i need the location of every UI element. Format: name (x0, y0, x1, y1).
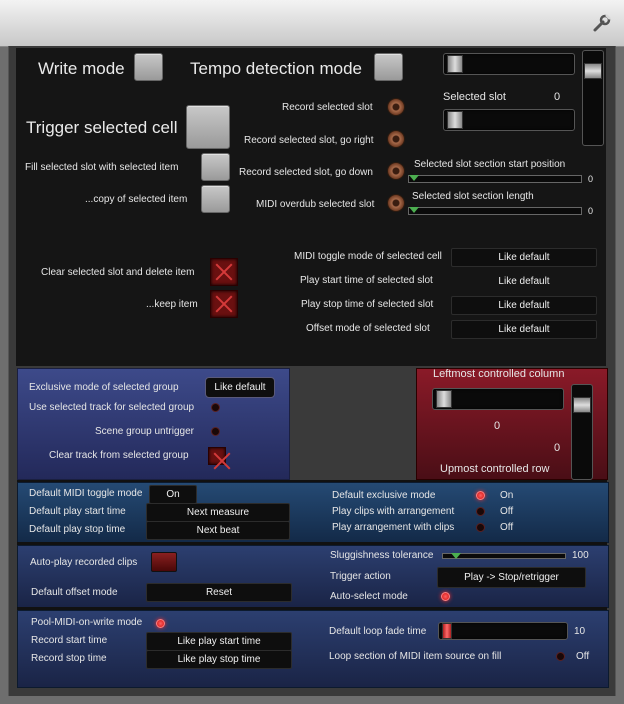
clear-track-button[interactable] (208, 447, 226, 465)
autoselect-label: Auto-select mode (330, 591, 408, 602)
fill-slot-button[interactable] (201, 153, 230, 181)
title-bar (0, 0, 624, 47)
autoplay-button[interactable] (151, 552, 177, 572)
wrench-icon[interactable] (592, 13, 612, 33)
fill-slot-label: Fill selected slot with selected item (25, 162, 179, 173)
tempo-detection-button[interactable] (374, 53, 403, 81)
trigger-selected-cell-label: Trigger selected cell (26, 118, 178, 137)
section-start-slider[interactable] (408, 175, 582, 183)
section-length-value: 0 (588, 206, 594, 216)
default-offset-combo[interactable]: Reset (146, 583, 292, 602)
record-stop-label: Record stop time (31, 653, 107, 664)
arrangement-clips-label: Play arrangement with clips (332, 522, 455, 533)
midi-overdub-label: MIDI overdub selected slot (256, 199, 375, 210)
record-slot-knob[interactable] (387, 98, 405, 116)
selected-slot-row-slider[interactable] (443, 109, 575, 131)
record-slot-label: Record selected slot (282, 102, 373, 113)
tempo-detection-label: Tempo detection mode (190, 59, 362, 78)
section-start-label: Selected slot section start position (414, 159, 566, 170)
clips-arrangement-value: Off (500, 506, 514, 517)
record-down-knob[interactable] (387, 162, 405, 180)
record-down-label: Record selected slot, go down (239, 167, 373, 178)
leftmost-column-value: 0 (494, 420, 501, 432)
use-track-toggle[interactable] (211, 403, 220, 412)
selected-slot-vertical-slider[interactable] (582, 50, 604, 146)
loop-fade-label: Default loop fade time (329, 626, 427, 637)
midi-toggle-label: MIDI toggle mode of selected cell (294, 251, 442, 262)
midi-overdub-knob[interactable] (387, 194, 405, 212)
trigger-action-label: Trigger action (330, 571, 391, 582)
default-midi-toggle-combo[interactable]: On (149, 485, 197, 504)
loop-section-toggle[interactable] (556, 652, 565, 661)
clear-delete-label: Clear selected slot and delete item (41, 267, 195, 278)
offset-mode-label: Offset mode of selected slot (306, 323, 430, 334)
upmost-row-value: 0 (554, 442, 561, 454)
loop-section-value: Off (576, 651, 590, 662)
loop-fade-slider[interactable] (438, 622, 568, 640)
record-start-label: Record start time (31, 635, 108, 646)
default-exclusive-value: On (500, 490, 514, 501)
default-play-start-label: Default play start time (29, 506, 126, 517)
default-play-stop-combo[interactable]: Next beat (146, 521, 290, 540)
trigger-selected-cell-button[interactable] (186, 105, 230, 149)
arrangement-clips-value: Off (500, 522, 514, 533)
record-right-knob[interactable] (387, 130, 405, 148)
play-start-combo[interactable]: Like default (451, 272, 597, 291)
scene-untrigger-toggle[interactable] (211, 427, 220, 436)
midi-toggle-combo[interactable]: Like default (451, 248, 597, 267)
keep-item-label: ...keep item (146, 299, 198, 310)
autoselect-toggle[interactable] (441, 592, 450, 601)
play-stop-combo[interactable]: Like default (451, 296, 597, 315)
trigger-action-combo[interactable]: Play -> Stop/retrigger (437, 567, 586, 588)
clips-arrangement-toggle[interactable] (476, 507, 485, 516)
record-right-label: Record selected slot, go right (244, 135, 374, 146)
clear-track-label: Clear track from selected group (49, 450, 189, 461)
default-offset-label: Default offset mode (31, 587, 118, 598)
record-stop-combo[interactable]: Like play stop time (146, 650, 292, 669)
keep-item-button[interactable] (210, 290, 238, 318)
leftmost-column-label: Leftmost controlled column (433, 368, 565, 380)
copy-item-label: ...copy of selected item (85, 194, 188, 205)
default-exclusive-toggle[interactable] (476, 491, 485, 500)
loop-section-label: Loop section of MIDI item source on fill (329, 651, 502, 662)
sluggishness-label: Sluggishness tolerance (330, 550, 434, 561)
default-exclusive-label: Default exclusive mode (332, 490, 436, 501)
scene-untrigger-label: Scene group untrigger (95, 426, 194, 437)
upmost-row-label: Upmost controlled row (440, 463, 550, 475)
write-mode-label: Write mode (38, 59, 125, 78)
pool-midi-label: Pool-MIDI-on-write mode (31, 617, 143, 628)
arrangement-clips-toggle[interactable] (476, 523, 485, 532)
play-start-label: Play start time of selected slot (300, 275, 433, 286)
use-track-label: Use selected track for selected group (29, 402, 195, 413)
exclusive-mode-label: Exclusive mode of selected group (29, 382, 179, 393)
default-play-start-combo[interactable]: Next measure (146, 503, 290, 522)
default-play-stop-label: Default play stop time (29, 524, 126, 535)
leftmost-column-slider[interactable] (432, 388, 564, 410)
section-start-value: 0 (588, 174, 594, 184)
write-mode-button[interactable] (134, 53, 163, 81)
selected-slot-label: Selected slot (443, 91, 506, 103)
autoplay-label: Auto-play recorded clips (30, 557, 138, 568)
play-stop-label: Play stop time of selected slot (301, 299, 434, 310)
sluggishness-value: 100 (572, 550, 589, 561)
copy-item-button[interactable] (201, 185, 230, 213)
section-length-slider[interactable] (408, 207, 582, 215)
offset-mode-combo[interactable]: Like default (451, 320, 597, 339)
selected-slot-value: 0 (554, 91, 561, 103)
selected-slot-column-slider[interactable] (443, 53, 575, 75)
clips-arrangement-label: Play clips with arrangement (332, 506, 455, 517)
default-midi-toggle-label: Default MIDI toggle mode (29, 488, 143, 499)
record-start-combo[interactable]: Like play start time (146, 632, 292, 651)
loop-fade-value: 10 (574, 626, 586, 637)
pool-midi-toggle[interactable] (156, 619, 165, 628)
sluggishness-slider[interactable] (442, 553, 566, 559)
clear-delete-button[interactable] (210, 258, 238, 286)
section-length-label: Selected slot section length (412, 191, 534, 202)
upmost-row-slider[interactable] (571, 384, 593, 480)
exclusive-mode-combo[interactable]: Like default (205, 377, 275, 398)
